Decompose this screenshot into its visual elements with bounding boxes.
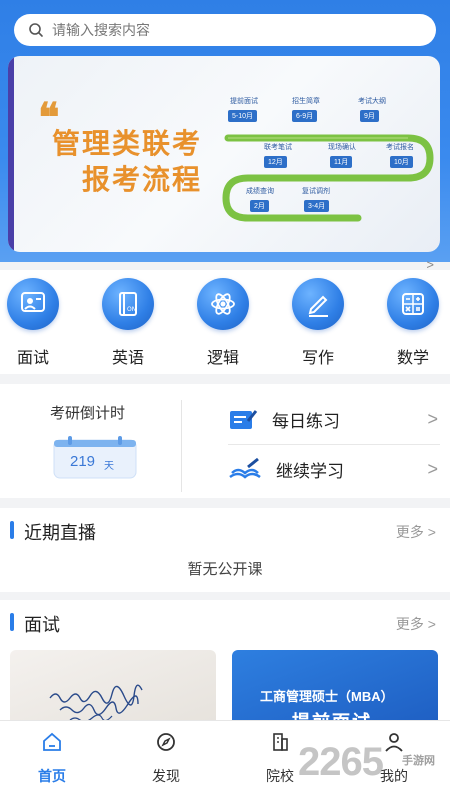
panel-divider bbox=[181, 400, 182, 492]
category-english[interactable]: ON 英语 bbox=[98, 278, 158, 368]
svg-text:ON: ON bbox=[127, 306, 136, 313]
interview-more-link[interactable]: 更多 > bbox=[396, 614, 436, 634]
section-accent-bar bbox=[10, 613, 14, 631]
banner-title-line1: 管理类联考 bbox=[52, 128, 203, 159]
checklist-icon bbox=[230, 410, 258, 429]
countdown-unit: 天 bbox=[104, 461, 114, 472]
compass-icon bbox=[157, 733, 175, 751]
category-label: 数学 bbox=[396, 350, 429, 367]
section-accent-bar bbox=[10, 521, 14, 539]
flow-step-label: 招生简章 bbox=[292, 98, 320, 105]
building-icon bbox=[273, 733, 288, 751]
search-input[interactable]: 请输入搜索内容 bbox=[14, 14, 436, 46]
live-section: 近期直播 更多 > 暂无公开课 bbox=[0, 508, 450, 592]
live-more-link[interactable]: 更多 > bbox=[396, 522, 436, 542]
flow-step-month: 12月 bbox=[264, 156, 287, 168]
flow-step-month: 6-9月 bbox=[292, 110, 318, 122]
interview-card-mba[interactable]: 工商管理硕士（MBA） 提前面试 bbox=[232, 650, 438, 730]
countdown-title: 考研倒计时 bbox=[50, 405, 126, 422]
search-icon bbox=[29, 23, 43, 37]
flow-step-month: 11月 bbox=[330, 156, 353, 168]
continue-study-label: 继续学习 bbox=[276, 461, 344, 481]
flow-step-month: 5-10月 bbox=[228, 110, 258, 122]
search-placeholder: 请输入搜索内容 bbox=[52, 22, 150, 38]
flow-step-month: 3-4月 bbox=[304, 200, 330, 212]
user-icon bbox=[385, 733, 403, 752]
watermark-sub: 手游网 bbox=[402, 755, 435, 767]
category-interview[interactable]: 面试 bbox=[3, 278, 63, 368]
flow-step-month: 2月 bbox=[250, 200, 269, 212]
interview-icon bbox=[7, 278, 59, 330]
atom-icon bbox=[197, 278, 249, 330]
category-grid: 面试 ON 英语 逻辑 写作 数学 bbox=[0, 270, 450, 374]
tab-home[interactable]: 首页 bbox=[22, 731, 82, 786]
category-label: 英语 bbox=[111, 350, 144, 367]
tab-discover[interactable]: 发现 bbox=[136, 731, 196, 786]
category-logic[interactable]: 逻辑 bbox=[193, 278, 253, 368]
empty-state-text: 暂无公开课 bbox=[187, 561, 263, 578]
task-divider bbox=[228, 444, 440, 445]
banner-title-line2: 报考流程 bbox=[82, 164, 203, 195]
chevron-right-icon: > bbox=[427, 458, 438, 479]
banner-flow-diagram: 提前面试 5-10月 招生简章 6-9月 考试大纲 9月 联考笔试 12月 现场… bbox=[208, 86, 438, 246]
flow-step-label: 考试大纲 bbox=[358, 98, 386, 105]
flow-step-month: 9月 bbox=[360, 110, 379, 122]
mba-card-title: 工商管理硕士（MBA） bbox=[260, 689, 394, 704]
book-icon: ON bbox=[102, 278, 154, 330]
watermark-logo: 2265 bbox=[298, 740, 384, 784]
daily-practice-label: 每日练习 bbox=[272, 411, 340, 431]
flow-step-label: 联考笔试 bbox=[264, 144, 292, 151]
flow-step-month: 10月 bbox=[390, 156, 413, 168]
calculator-icon bbox=[387, 278, 439, 330]
category-writing[interactable]: 写作 bbox=[288, 278, 348, 368]
banner-accent-bar bbox=[8, 56, 14, 252]
tab-label: 发现 bbox=[152, 768, 180, 784]
handwriting-image bbox=[49, 684, 143, 723]
continue-study-button[interactable]: 继续学习 > bbox=[228, 446, 438, 492]
flow-step-label: 复试调剂 bbox=[302, 188, 330, 195]
category-label: 写作 bbox=[301, 350, 334, 367]
section-title: 面试 bbox=[24, 615, 60, 635]
home-icon bbox=[43, 732, 61, 751]
promo-banner[interactable]: ❝ 管理类联考 报考流程 提前面试 5-10月 招生简章 6-9月 考试大纲 9… bbox=[8, 56, 440, 252]
category-label: 面试 bbox=[16, 350, 49, 367]
pen-icon bbox=[292, 278, 344, 330]
category-label: 逻辑 bbox=[206, 350, 239, 367]
flow-step-label: 提前面试 bbox=[230, 98, 258, 105]
interview-card-handwriting[interactable] bbox=[10, 650, 216, 730]
daily-practice-button[interactable]: 每日练习 > bbox=[228, 396, 438, 442]
flow-step-label: 现场确认 bbox=[328, 144, 356, 151]
countdown-days: 219 bbox=[70, 453, 96, 470]
flow-step-label: 考试报名 bbox=[386, 144, 414, 151]
section-title: 近期直播 bbox=[24, 523, 96, 543]
tab-label: 首页 bbox=[38, 768, 66, 784]
open-book-icon bbox=[229, 457, 261, 479]
category-math[interactable]: 数学 bbox=[383, 278, 443, 368]
flow-step-label: 成绩查询 bbox=[246, 188, 274, 195]
chevron-right-icon: > bbox=[427, 408, 438, 429]
